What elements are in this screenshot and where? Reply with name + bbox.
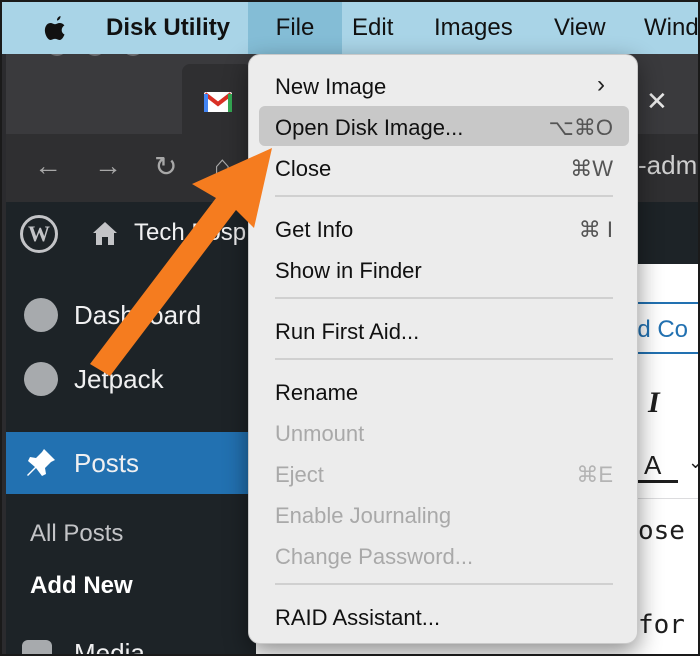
menu-item-change-password[interactable]: Change Password... [259,535,629,575]
menu-separator [275,297,613,299]
menubar-file[interactable]: File [248,2,342,54]
menu-item-label: Enable Journaling [275,503,452,528]
text-color-button[interactable]: A [644,450,661,481]
wordpress-logo-icon[interactable]: W [20,215,58,253]
screenshot-frame: ✕ ← → ↻ ⌂ -adm W Tech Posp Dashboard Jet… [0,0,700,656]
menu-item-label: RAID Assistant... [275,605,441,630]
menu-item-show-in-finder[interactable]: Show in Finder [259,249,629,289]
reload-icon[interactable]: ↻ [154,150,177,183]
home-icon[interactable]: ⌂ [214,150,231,182]
menu-item-close[interactable]: Close ⌘W [259,147,629,187]
sidebar-item-jetpack[interactable]: Jetpack [74,364,164,395]
menu-item-shortcut: ⌘E [576,462,613,487]
menu-item-label: Get Info [275,217,354,242]
menu-item-label: Eject [275,462,324,487]
address-bar-text[interactable]: -adm [638,150,697,181]
pin-icon [27,449,55,476]
menu-item-label: Rename [275,380,359,405]
media-icon [22,640,52,654]
sidebar-item-posts[interactable]: Posts [74,448,139,479]
menu-separator [275,195,613,197]
menu-item-shortcut: ⌥⌘O [548,115,613,140]
menu-item-label: Show in Finder [275,258,422,283]
macos-menubar: Disk Utility File Edit Images View Wind [2,2,698,54]
chevron-down-icon[interactable]: ⌄ [688,452,698,473]
menu-separator [275,583,613,585]
menu-item-run-first-aid[interactable]: Run First Aid... [259,310,629,350]
menu-item-open-disk-image[interactable]: Open Disk Image... ⌥⌘O [259,106,629,146]
add-block-label: ld Co [632,316,689,343]
home-icon[interactable] [90,218,120,248]
menu-item-shortcut: ⌘ I [578,217,613,242]
menu-item-label: Close [275,156,332,181]
editor-text-line-1[interactable]: ose l [638,516,698,546]
site-name-link[interactable]: Tech Posp [134,219,246,247]
menu-item-enable-journaling[interactable]: Enable Journaling [259,494,629,534]
text-color-underline [638,480,678,483]
menu-item-raid-assistant[interactable]: RAID Assistant... [259,596,629,636]
menu-item-label: Change Password... [275,544,474,569]
editor-text-line-2[interactable]: for a [638,610,698,640]
menu-item-get-info[interactable]: Get Info ⌘ I [259,208,629,248]
close-tab-icon[interactable]: ✕ [646,86,668,117]
menu-item-unmount[interactable]: Unmount [259,412,629,452]
menubar-images[interactable]: Images [434,2,513,54]
menu-item-label: Open Disk Image... [275,115,464,140]
back-arrow-icon[interactable]: ← [34,150,62,182]
chevron-right-icon: › [597,71,605,98]
menubar-app-name[interactable]: Disk Utility [106,2,230,54]
menu-item-label: Run First Aid... [275,319,420,344]
menu-separator [275,358,613,360]
menu-item-rename[interactable]: Rename [259,371,629,411]
sidebar-subitem-add-new[interactable]: Add New [30,572,133,600]
sidebar-item-dashboard[interactable]: Dashboard [74,300,201,331]
menu-item-label: Unmount [275,421,365,446]
menu-item-label: New Image [275,74,387,99]
menu-item-shortcut: ⌘W [570,156,613,181]
sidebar-item-media[interactable]: Media [74,638,145,654]
dashboard-icon [24,298,58,332]
file-menu: New Image › Open Disk Image... ⌥⌘O Close… [248,54,638,644]
menubar-window[interactable]: Wind [644,2,698,54]
gmail-icon [204,92,232,112]
menubar-view[interactable]: View [554,2,606,54]
apple-logo-icon[interactable] [40,13,70,43]
forward-arrow-icon[interactable]: → [94,150,122,182]
jetpack-icon [24,362,58,396]
menubar-edit[interactable]: Edit [352,2,393,54]
menu-item-eject[interactable]: Eject ⌘E [259,453,629,493]
sidebar-subitem-all-posts[interactable]: All Posts [30,520,123,548]
italic-button[interactable]: I [648,386,660,420]
menu-item-new-image[interactable]: New Image › [259,65,629,105]
